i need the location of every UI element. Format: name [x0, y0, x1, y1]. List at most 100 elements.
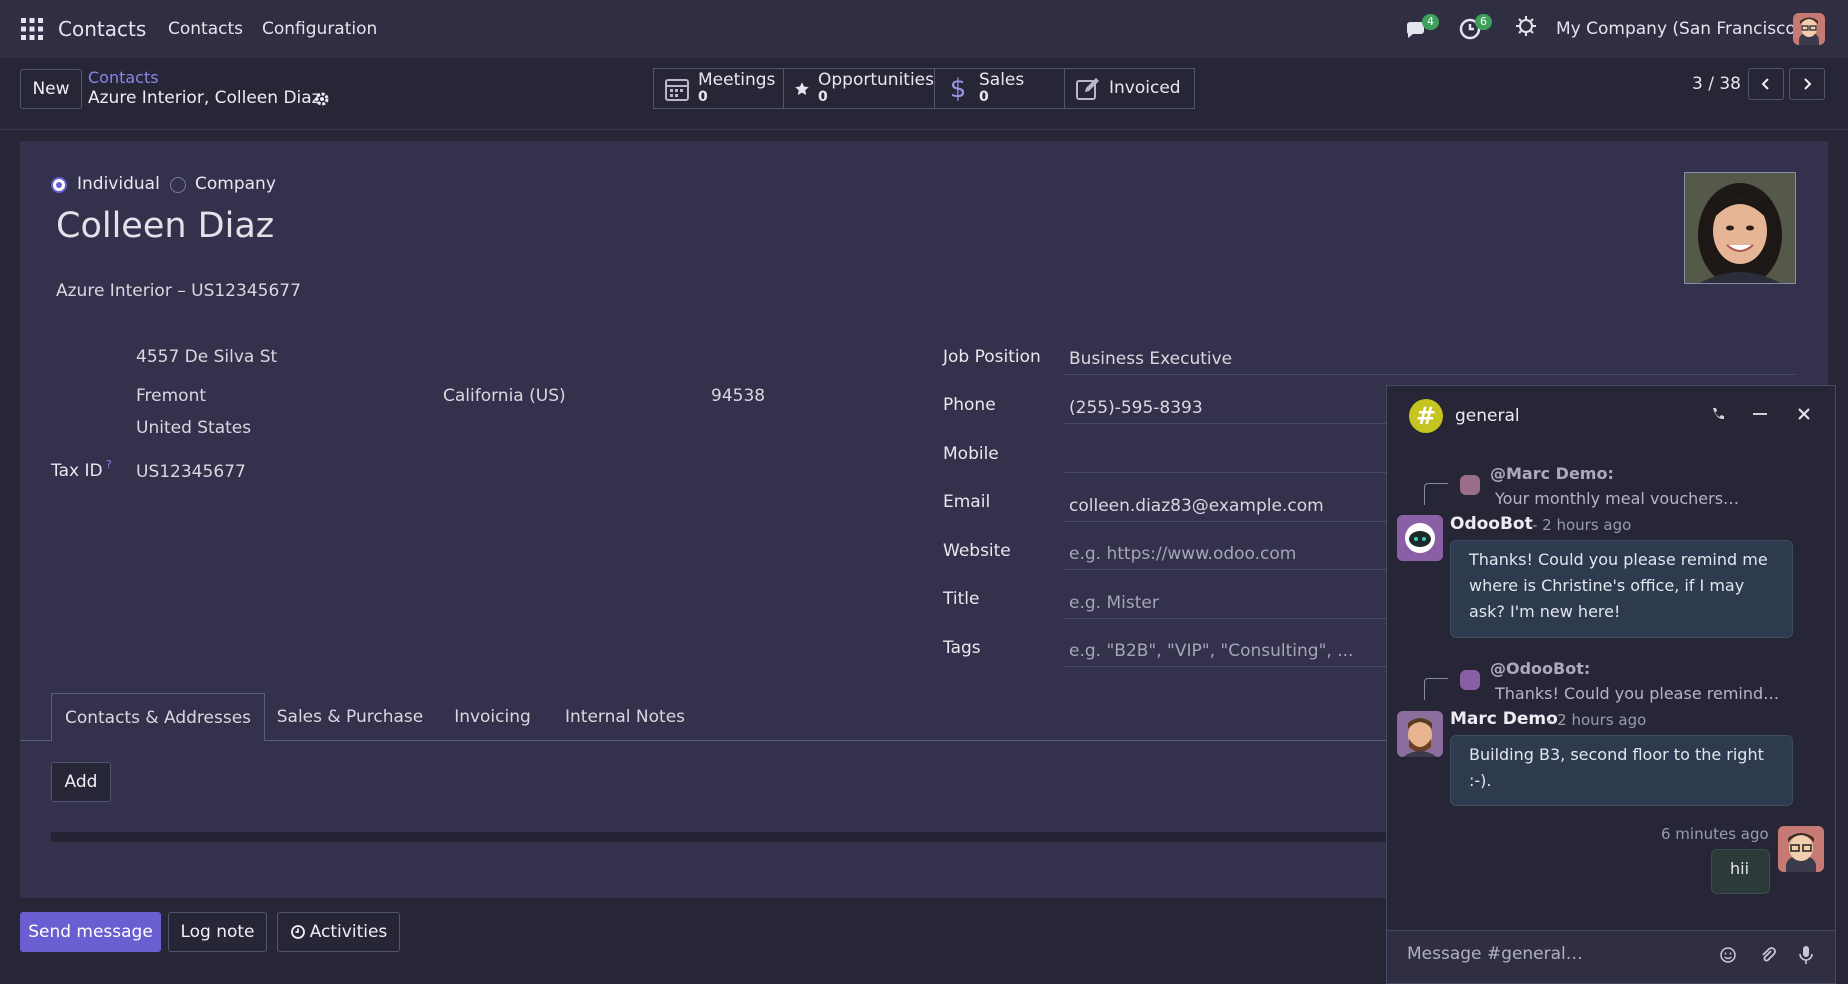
- contact-photo[interactable]: [1684, 172, 1796, 284]
- pencil-square-icon: [1076, 77, 1099, 100]
- country-field[interactable]: United States: [136, 418, 251, 438]
- user-avatar[interactable]: [1793, 13, 1825, 45]
- minimize-icon[interactable]: [1753, 413, 1767, 415]
- radio-company[interactable]: [170, 177, 186, 193]
- message-input[interactable]: Message #general…: [1407, 944, 1583, 964]
- dollar-icon: $: [949, 73, 967, 104]
- title-field[interactable]: e.g. Mister: [1069, 593, 1159, 613]
- breadcrumb-current: Azure Interior, Colleen Diaz: [88, 88, 321, 108]
- pager[interactable]: 3 / 38: [1692, 74, 1741, 94]
- gear-icon[interactable]: [314, 91, 330, 107]
- tax-id-help-icon[interactable]: ?: [106, 458, 112, 471]
- close-icon[interactable]: [1797, 407, 1811, 421]
- chevron-left-icon: [1761, 78, 1769, 90]
- meetings-label: Meetings: [698, 70, 776, 90]
- title-label: Title: [943, 589, 980, 609]
- add-contact-button[interactable]: Add: [51, 762, 111, 802]
- tab-sales-purchase[interactable]: Sales & Purchase: [270, 693, 430, 741]
- sales-value: 0: [979, 89, 989, 105]
- invoiced-smart-button[interactable]: Invoiced: [1064, 68, 1195, 109]
- company-switcher[interactable]: My Company (San Francisco): [1556, 19, 1802, 39]
- reply-connector: [1424, 678, 1448, 700]
- city-field[interactable]: Fremont: [136, 386, 206, 406]
- website-label: Website: [943, 541, 1011, 561]
- radio-individual-label[interactable]: Individual: [77, 174, 160, 194]
- call-icon[interactable]: [1710, 406, 1726, 422]
- channel-name[interactable]: general: [1455, 406, 1520, 426]
- calendar-icon: [665, 78, 689, 101]
- new-button[interactable]: New: [20, 69, 82, 109]
- microphone-icon[interactable]: [1798, 945, 1814, 965]
- tab-contacts-addresses[interactable]: Contacts & Addresses: [51, 693, 265, 741]
- message-bubble[interactable]: Building B3, second floor to the right :…: [1450, 735, 1793, 806]
- meetings-value: 0: [698, 89, 708, 105]
- opportunities-value: 0: [818, 89, 828, 105]
- radio-company-label[interactable]: Company: [195, 174, 276, 194]
- odoobot-avatar: [1397, 515, 1443, 561]
- message-author: Marc Demo: [1450, 709, 1558, 729]
- tab-internal-notes[interactable]: Internal Notes: [555, 693, 695, 741]
- zip-field[interactable]: 94538: [711, 386, 765, 406]
- message-time: 6 minutes ago: [1661, 825, 1769, 843]
- marc-demo-avatar: [1397, 711, 1443, 757]
- message-time: - 2 hours ago: [1532, 516, 1632, 534]
- company-line-field[interactable]: Azure Interior – US12345677: [56, 281, 301, 301]
- email-label: Email: [943, 492, 991, 512]
- menu-configuration[interactable]: Configuration: [262, 19, 377, 39]
- message-bubble[interactable]: hii: [1711, 849, 1770, 894]
- log-note-button[interactable]: Log note: [168, 912, 267, 952]
- chat-count-badge: 4: [1422, 14, 1439, 30]
- message-time: - 2 hours ago: [1547, 711, 1647, 729]
- website-field[interactable]: e.g. https://www.odoo.com: [1069, 544, 1296, 564]
- email-field[interactable]: colleen.diaz83@example.com: [1069, 496, 1324, 516]
- street-field[interactable]: 4557 De Silva St: [136, 347, 277, 367]
- reply-snippet[interactable]: Thanks! Could you please remind…: [1495, 684, 1779, 703]
- tags-field[interactable]: e.g. "B2B", "VIP", "Consulting", ...: [1069, 641, 1353, 661]
- job-position-underline: [1064, 374, 1796, 375]
- reply-connector: [1424, 483, 1448, 505]
- activities-label: Activities: [309, 922, 388, 942]
- reply-to-author: @OdooBot:: [1490, 659, 1591, 678]
- mobile-label: Mobile: [943, 444, 999, 464]
- tab-invoicing[interactable]: Invoicing: [445, 693, 540, 741]
- reply-snippet[interactable]: Your monthly meal vouchers…: [1495, 489, 1739, 508]
- reply-avatar: [1460, 670, 1480, 690]
- phone-label: Phone: [943, 395, 996, 415]
- top-navbar: Contacts Contacts Configuration 4 6 My C…: [0, 0, 1848, 58]
- reply-to-author: @Marc Demo:: [1490, 464, 1614, 483]
- apps-menu-icon[interactable]: [20, 17, 44, 41]
- message-bubble[interactable]: Thanks! Could you please remind me where…: [1450, 540, 1793, 638]
- opportunities-smart-button[interactable]: Opportunities 0: [783, 68, 935, 109]
- activity-count-badge: 6: [1475, 14, 1492, 30]
- chat-window: # general @Marc Demo: Your monthly meal …: [1386, 385, 1836, 984]
- state-field[interactable]: California (US): [443, 386, 566, 406]
- clock-icon: [290, 925, 305, 939]
- app-title[interactable]: Contacts: [58, 17, 146, 41]
- chevron-right-icon: [1804, 78, 1812, 90]
- invoiced-label: Invoiced: [1109, 78, 1181, 98]
- contacts-kanban-area: [51, 832, 1391, 842]
- phone-field[interactable]: (255)-595-8393: [1069, 398, 1203, 418]
- menu-contacts[interactable]: Contacts: [168, 19, 243, 39]
- activities-button[interactable]: Activities: [277, 912, 400, 952]
- star-icon: [795, 81, 809, 95]
- channel-hash-icon: #: [1409, 399, 1443, 433]
- emoji-icon[interactable]: [1719, 946, 1737, 964]
- own-avatar: [1778, 826, 1824, 872]
- pager-next-button[interactable]: [1789, 68, 1825, 100]
- send-message-button[interactable]: Send message: [20, 912, 161, 952]
- sales-smart-button[interactable]: $ Sales 0: [934, 68, 1065, 109]
- tags-label: Tags: [943, 638, 981, 658]
- message-author: OdooBot: [1450, 514, 1533, 534]
- meetings-smart-button[interactable]: Meetings 0: [653, 68, 784, 109]
- breadcrumb-parent[interactable]: Contacts: [88, 68, 159, 87]
- tax-id-field[interactable]: US12345677: [136, 462, 246, 482]
- radio-individual[interactable]: [51, 177, 67, 193]
- sales-label: Sales: [979, 70, 1025, 90]
- opportunities-label: Opportunities: [818, 70, 934, 90]
- pager-previous-button[interactable]: [1748, 68, 1784, 100]
- contact-name-field[interactable]: Colleen Diaz: [56, 206, 274, 246]
- attachment-paperclip-icon[interactable]: [1759, 946, 1777, 964]
- debug-bug-icon[interactable]: [1515, 15, 1537, 37]
- job-position-field[interactable]: Business Executive: [1069, 349, 1232, 369]
